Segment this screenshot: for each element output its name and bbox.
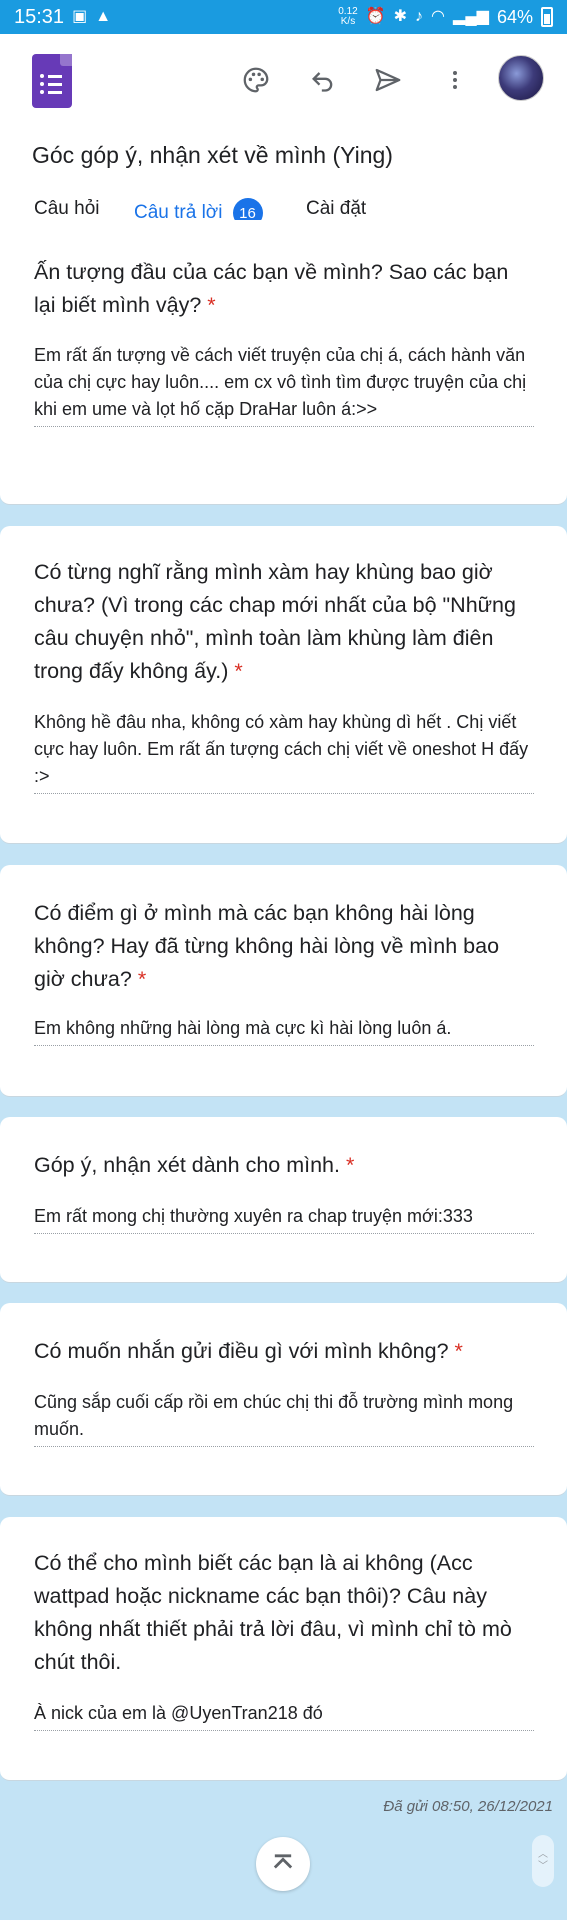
question-text: Có muốn nhắn gửi điều gì với mình không?…: [34, 1339, 463, 1363]
submitted-timestamp: Đã gửi 08:50, 26/12/2021: [383, 1798, 553, 1815]
avatar[interactable]: [498, 55, 544, 101]
undo-icon[interactable]: [303, 60, 343, 100]
network-speed: 0.12 K/s: [338, 7, 357, 27]
required-mark: *: [345, 1153, 355, 1177]
signal-icon: ▂▄▆: [453, 8, 489, 25]
chevron-up-icon: [273, 1854, 293, 1869]
answer-text: Em không những hài lòng mà cực kì hài lò…: [34, 1015, 534, 1046]
mute-icon: ♪: [415, 8, 424, 25]
bluetooth-icon: ✱: [393, 8, 408, 25]
required-mark: *: [137, 967, 147, 991]
tab-questions-label: Câu hỏi: [34, 198, 100, 219]
response-card: Có thể cho mình biết các bạn là ai không…: [0, 1517, 567, 1781]
more-vert-icon[interactable]: [435, 60, 475, 100]
palette-icon[interactable]: [236, 60, 276, 100]
question-text: Có thể cho mình biết các bạn là ai không…: [34, 1551, 512, 1674]
form-title: Góc góp ý, nhận xét về mình (Ying): [32, 142, 393, 168]
answer-text: Em rất ấn tượng về cách viết truyện của …: [34, 342, 534, 427]
alarm-icon: ⏰: [365, 8, 386, 25]
scroll-down-arrow-icon: ﹀: [538, 1861, 548, 1872]
status-time: 15:31: [14, 5, 65, 28]
required-mark: *: [207, 293, 216, 317]
scroll-to-top-button[interactable]: [256, 1837, 310, 1891]
battery-percent: 64%: [496, 6, 533, 27]
app-header: Góc góp ý, nhận xét về mình (Ying) Câu h…: [0, 34, 567, 237]
network-speed-unit: K/s: [340, 16, 356, 27]
tab-settings[interactable]: Cài đặt: [306, 198, 366, 220]
response-card: Có muốn nhắn gửi điều gì với mình không?…: [0, 1303, 567, 1496]
answer-text: Không hề đâu nha, không có xàm hay khùng…: [34, 709, 534, 794]
send-icon[interactable]: [368, 60, 408, 100]
tab-settings-label: Cài đặt: [306, 198, 367, 219]
status-bar: 15:31 ▣ ▲ 0.12 K/s ⏰ ✱ ♪ ◠ ▂▄▆ 64%: [0, 0, 567, 34]
response-card: Có điểm gì ở mình mà các bạn không hài l…: [0, 865, 567, 1097]
question-text: Có điểm gì ở mình mà các bạn không hài l…: [34, 901, 500, 991]
response-card: Ấn tượng đầu của các bạn về mình? Sao cá…: [0, 220, 567, 505]
warning-icon: ▲: [95, 8, 112, 25]
response-card: Có từng nghĩ rằng mình xàm hay khùng bao…: [0, 526, 567, 844]
tab-questions[interactable]: Câu hỏi: [34, 198, 100, 220]
response-card: Góp ý, nhận xét dành cho mình. * Em rất …: [0, 1117, 567, 1283]
battery-icon: [541, 7, 553, 27]
wifi-icon: ◠: [431, 8, 446, 25]
gallery-icon: ▣: [72, 8, 88, 25]
scrollbar-thumb[interactable]: ︿ ﹀: [532, 1835, 554, 1887]
question-text: Có từng nghĩ rằng mình xàm hay khùng bao…: [34, 560, 516, 683]
google-forms-icon[interactable]: [32, 54, 72, 108]
answer-text: Em rất mong chị thường xuyên ra chap tru…: [34, 1203, 534, 1234]
answer-text: À nick của em là @UyenTran218 đó: [34, 1700, 534, 1731]
question-text: Ấn tượng đầu của các bạn về mình? Sao cá…: [34, 260, 509, 317]
required-mark: *: [234, 659, 243, 683]
required-mark: *: [454, 1339, 463, 1363]
answer-text: Cũng sắp cuối cấp rồi em chúc chị thi đỗ…: [34, 1389, 534, 1447]
question-text: Góp ý, nhận xét dành cho mình. *: [34, 1153, 355, 1177]
scroll-up-arrow-icon: ︿: [538, 1849, 548, 1860]
